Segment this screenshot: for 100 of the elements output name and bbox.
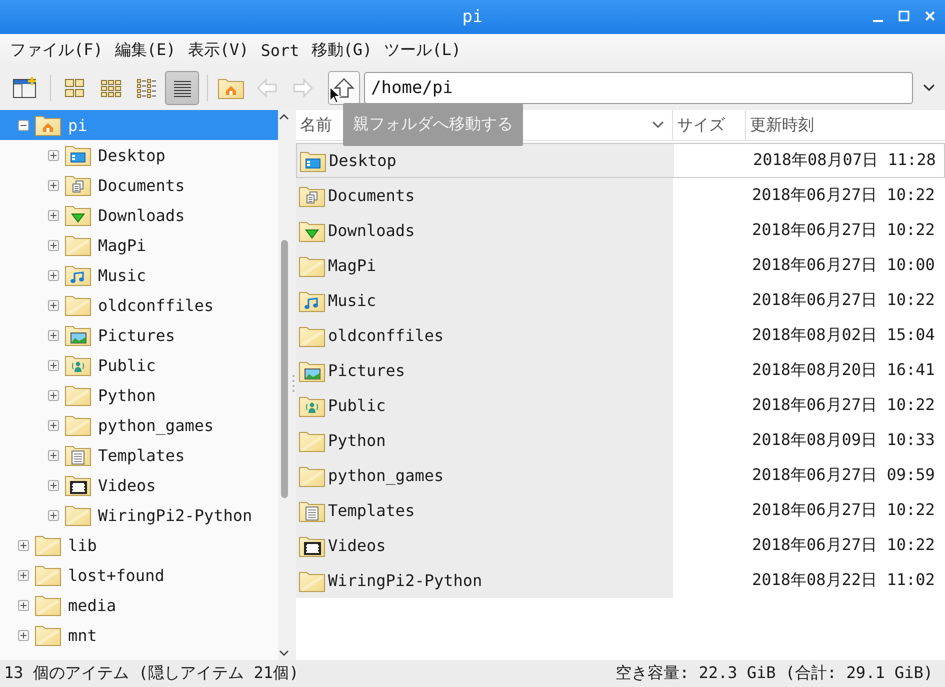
expand-icon[interactable]: [18, 570, 29, 580]
modified-time: 2018年08月22日 11:02: [751, 569, 936, 591]
folder-icon: [64, 293, 92, 317]
compact-view-icon: [134, 76, 158, 100]
item-count: 13 個のアイテム (隠しアイテム 21個): [4, 663, 299, 684]
expand-icon[interactable]: [48, 480, 59, 490]
file-name: Templates: [328, 501, 415, 520]
download-folder-icon: [64, 203, 92, 227]
expand-icon[interactable]: [48, 510, 59, 520]
modified-time: 2018年06月27日 10:22: [751, 499, 936, 521]
file-name: WiringPi2-Python: [328, 571, 482, 590]
modified-time: 2018年06月27日 10:22: [751, 184, 936, 206]
tree-item[interactable]: mnt: [0, 620, 278, 650]
music-folder-icon: [64, 263, 92, 287]
expand-icon[interactable]: [48, 330, 59, 340]
tree-item[interactable]: Videos: [0, 470, 278, 500]
tree-item[interactable]: MagPi: [0, 230, 278, 260]
modified-time: 2018年06月27日 10:22: [751, 534, 936, 556]
file-name: Documents: [328, 186, 415, 205]
file-name: Public: [328, 396, 386, 415]
expand-icon[interactable]: [48, 150, 59, 160]
maximize-icon[interactable]: [897, 8, 911, 24]
detailed-view-button[interactable]: [165, 71, 199, 105]
modified-time: 2018年06月27日 10:22: [751, 219, 936, 241]
folder-icon: [34, 533, 62, 557]
folder-icon: [34, 563, 62, 587]
folder-icon: [64, 413, 92, 437]
folder-icon: [64, 503, 92, 527]
expand-icon[interactable]: [48, 390, 59, 400]
file-name: Python: [328, 431, 386, 450]
tree-item[interactable]: Pictures: [0, 320, 278, 350]
tree-item[interactable]: Documents: [0, 170, 278, 200]
home-folder-icon: [217, 76, 245, 100]
folder-icon: [34, 623, 62, 647]
expand-icon[interactable]: [18, 540, 29, 550]
expand-icon[interactable]: [48, 240, 59, 250]
folder-icon: [64, 383, 92, 407]
desktop-folder-icon: [64, 143, 92, 167]
file-name: MagPi: [328, 256, 376, 275]
expand-icon[interactable]: [48, 450, 59, 460]
templates-folder-icon: [64, 443, 92, 467]
modified-time: 2018年08月09日 10:33: [751, 429, 936, 451]
tree-item[interactable]: oldconffiles: [0, 290, 278, 320]
icon-view-icon: [62, 76, 86, 100]
file-row[interactable]: Desktop 2018年08月07日 11:28: [296, 143, 945, 178]
folder-icon: [64, 233, 92, 257]
expand-icon[interactable]: [48, 180, 59, 190]
tree-item[interactable]: lib: [0, 530, 278, 560]
tree-item[interactable]: Public: [0, 350, 278, 380]
column-header[interactable]: 更新時刻: [746, 110, 945, 140]
menu-item[interactable]: 表示(V): [182, 40, 255, 60]
tooltip: 親フォルダへ移動する: [343, 103, 523, 146]
path-field[interactable]: /home/pi: [364, 72, 913, 104]
modified-time: 2018年08月02日 15:04: [751, 324, 936, 346]
column-header[interactable]: 名前: [300, 114, 332, 136]
tree-item[interactable]: media: [0, 590, 278, 620]
expand-icon[interactable]: [18, 630, 29, 640]
dropdown-caret-icon[interactable]: [923, 84, 935, 92]
modified-time: 2018年06月27日 10:00: [751, 254, 936, 276]
tree-item[interactable]: WiringPi2-Python: [0, 500, 278, 530]
menu-item[interactable]: 移動(G): [305, 40, 378, 60]
menu-item[interactable]: ファイル(F): [4, 40, 109, 60]
tree-item[interactable]: Templates: [0, 440, 278, 470]
menu-item[interactable]: Sort: [254, 40, 306, 60]
tree-item[interactable]: python_games: [0, 410, 278, 440]
tree-item[interactable]: Python: [0, 380, 278, 410]
expand-icon[interactable]: [18, 600, 29, 610]
menu-item[interactable]: ツール(L): [378, 40, 468, 60]
modified-time: 2018年06月27日 10:22: [751, 289, 936, 311]
file-name: Desktop: [329, 151, 396, 170]
column-header[interactable]: サイズ: [673, 110, 746, 140]
tree-item[interactable]: Music: [0, 260, 278, 290]
video-folder-icon: [64, 473, 92, 497]
folder-icon: [34, 593, 62, 617]
public-folder-icon: [64, 353, 92, 377]
tree-item[interactable]: Desktop: [0, 140, 278, 170]
free-space: 空き容量: 22.3 GiB (合計: 29.1 GiB): [615, 663, 933, 684]
cursor-icon: [329, 86, 341, 104]
file-name: Videos: [328, 536, 386, 555]
file-name: Music: [328, 291, 376, 310]
modified-time: 2018年06月27日 09:59: [751, 464, 936, 486]
file-name: Pictures: [328, 361, 406, 380]
modified-time: 2018年08月07日 11:28: [752, 149, 937, 171]
expand-icon[interactable]: [48, 360, 59, 370]
expand-icon[interactable]: [48, 420, 59, 430]
home-folder-icon: [34, 113, 62, 137]
window-title: pi: [462, 7, 483, 27]
sort-caret-icon[interactable]: [652, 121, 664, 129]
modified-time: 2018年08月20日 16:41: [751, 359, 936, 381]
expand-icon[interactable]: [48, 300, 59, 310]
file-name: Downloads: [328, 221, 415, 240]
collapse-icon[interactable]: [18, 120, 29, 130]
file-name: python_games: [328, 466, 444, 485]
menu-item[interactable]: 編集(E): [108, 40, 182, 60]
expand-icon[interactable]: [48, 210, 59, 220]
modified-time: 2018年06月27日 10:22: [751, 394, 936, 416]
pictures-folder-icon: [64, 323, 92, 347]
tree-item[interactable]: Downloads: [0, 200, 278, 230]
expand-icon[interactable]: [48, 270, 59, 280]
tree-item[interactable]: lost+found: [0, 560, 278, 590]
